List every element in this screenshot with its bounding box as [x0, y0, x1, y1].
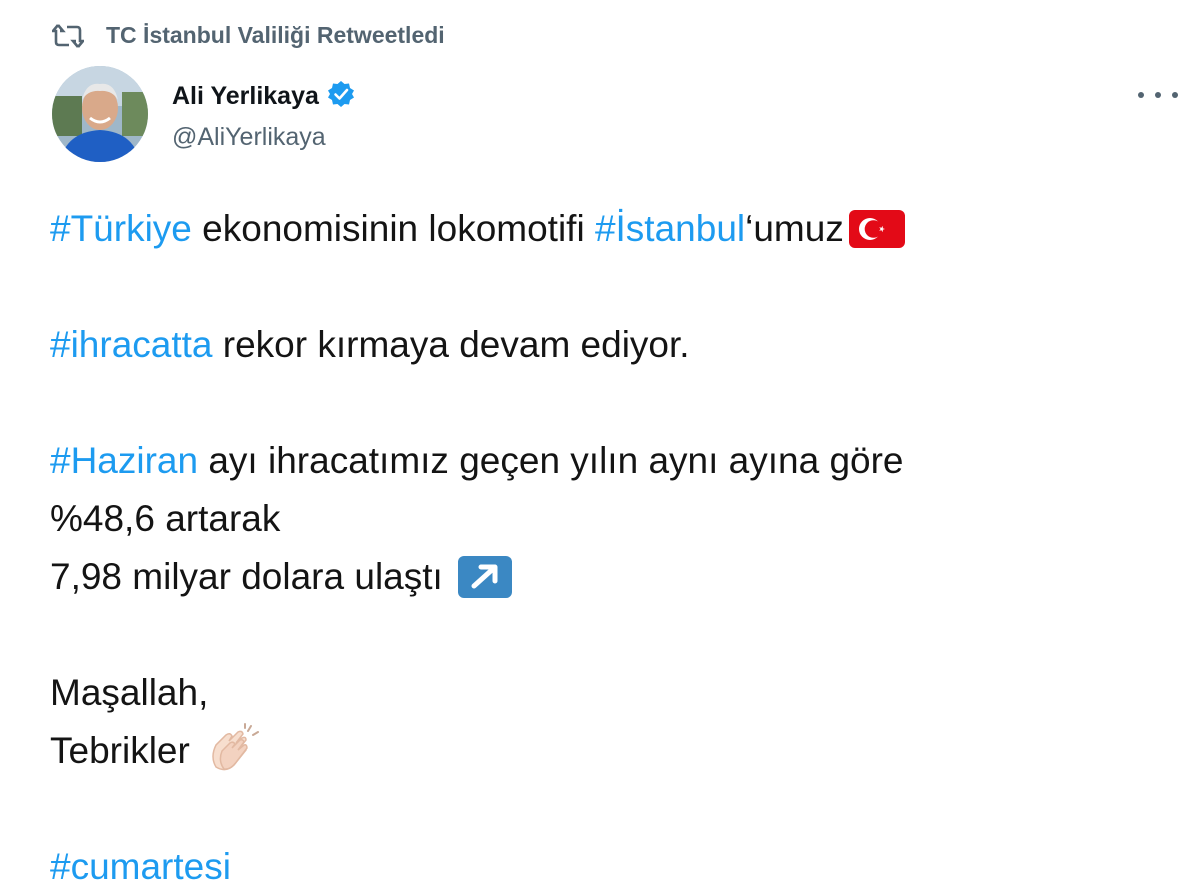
tweet-text-segment: %48,6 artarak — [50, 498, 281, 539]
hashtag-link[interactable]: #ihracatta — [50, 316, 213, 374]
retweet-context[interactable]: TC İstanbul Valiliği Retweetledi — [52, 22, 445, 49]
tweet-text-segment: rekor kırmaya devam ediyor. — [212, 324, 690, 365]
turkey-flag-icon — [848, 209, 906, 249]
hashtag-link[interactable]: #İstanbul — [595, 200, 745, 258]
hashtag-link[interactable]: #cumartesi — [50, 838, 231, 896]
clapping-hands-icon — [204, 723, 260, 779]
tweet-text-segment: Maşallah, — [50, 672, 209, 713]
tweet-text-segment: ‘umuz — [745, 208, 844, 249]
tweet-text-segment: 7,98 milyar dolara ulaştı — [50, 556, 454, 597]
up-right-arrow-icon — [457, 555, 513, 599]
hashtag-link[interactable]: #Türkiye — [50, 200, 192, 258]
retweet-icon — [52, 23, 84, 49]
tweet-line: Maşallah, — [50, 664, 1170, 722]
tweet-line: #Haziran ayı ihracatımız geçen yılın ayn… — [50, 432, 1170, 490]
retweet-label: TC İstanbul Valiliği Retweetledi — [106, 22, 445, 48]
tweet-line: 7,98 milyar dolara ulaştı — [50, 548, 1170, 606]
tweet-line: #cumartesi — [50, 838, 1170, 896]
author-display-name[interactable]: Ali Yerlikaya — [172, 82, 319, 111]
tweet-line: %48,6 artarak — [50, 490, 1170, 548]
tweet-author: Ali Yerlikaya @AliYerlikaya — [52, 66, 355, 162]
tweet-text-segment: ayı ihracatımız geçen yılın aynı ayına g… — [198, 440, 904, 481]
tweet-line: Tebrikler — [50, 722, 1170, 780]
tweet-text-segment: Tebrikler — [50, 730, 201, 771]
avatar[interactable] — [52, 66, 148, 162]
tweet-line: #Türkiye ekonomisinin lokomotifi #İstanb… — [50, 200, 1170, 258]
tweet-text: #Türkiye ekonomisinin lokomotifi #İstanb… — [50, 200, 1170, 896]
author-handle[interactable]: @AliYerlikaya — [172, 123, 355, 152]
hashtag-link[interactable]: #Haziran — [50, 432, 198, 490]
tweet-text-segment: ekonomisinin lokomotifi — [191, 208, 595, 249]
more-options-icon[interactable] — [1138, 80, 1178, 110]
verified-badge-icon — [327, 80, 355, 113]
tweet-line: #ihracatta rekor kırmaya devam ediyor. — [50, 316, 1170, 374]
